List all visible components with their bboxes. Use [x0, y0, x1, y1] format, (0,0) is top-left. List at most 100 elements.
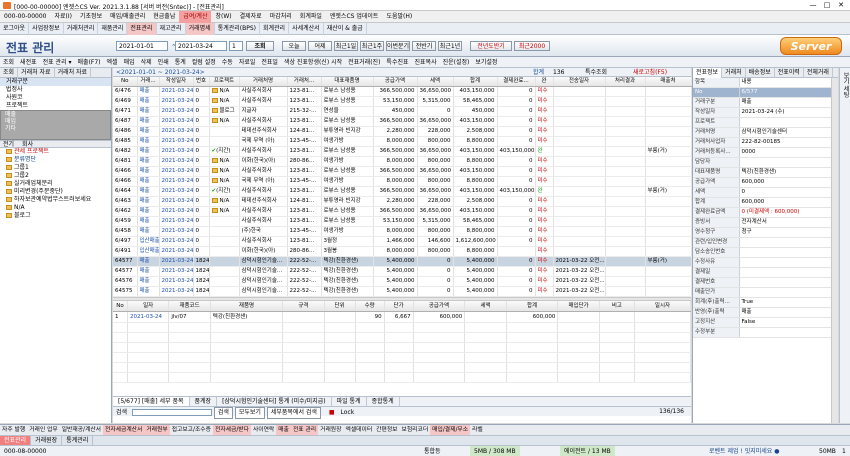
- detail-column-header[interactable]: 단위: [324, 301, 356, 312]
- action-button[interactable]: 전표일: [258, 57, 281, 68]
- table-row[interactable]: 6/497 입산매출 2021-03-24 0 사실주식회사 123-81... 3월정 1,…: [113, 236, 692, 247]
- tree-item[interactable]: N/A: [0, 204, 111, 212]
- table-row[interactable]: 6/487 매출 2021-03-24 0 N/A 사실주식회사 123-81... 로뷰스 …: [113, 116, 692, 127]
- group-item[interactable]: 매입: [1, 118, 110, 125]
- table-row[interactable]: 6/491 입산매출 2021-03-24 0 이화(한국)(아) 280-86... 3월…: [113, 246, 692, 257]
- column-header[interactable]: 결제완료...: [497, 77, 536, 87]
- menu-item[interactable]: 결제자료: [236, 11, 266, 23]
- group-item[interactable]: 기타: [1, 125, 110, 132]
- property-row[interactable]: 거래처사업자 222-82-00185: [693, 137, 831, 149]
- property-row[interactable]: 담당자: [693, 157, 831, 169]
- property-row[interactable]: 관련/입인변경: [693, 237, 831, 249]
- toolbar-button[interactable]: 사업장정보: [29, 23, 64, 35]
- column-header[interactable]: 거래처...: [287, 77, 322, 87]
- detail-column-header[interactable]: 공급가액: [413, 301, 466, 312]
- menu-item[interactable]: 창(W): [211, 11, 235, 23]
- toolbar-button[interactable]: 사세계산서: [289, 23, 324, 35]
- property-row[interactable]: 거래처명 삼덕시험인기술센터: [693, 127, 831, 139]
- minimize-button[interactable]: —: [806, 1, 820, 10]
- menu-item[interactable]: 도움말(H): [382, 11, 416, 23]
- column-header[interactable]: 처리결과: [605, 77, 646, 87]
- action-button[interactable]: 보기설정: [472, 57, 500, 68]
- action-button[interactable]: 특수진표: [383, 57, 411, 68]
- detail-column-header[interactable]: 비고: [599, 301, 636, 312]
- recent-button[interactable]: 최근2000: [514, 41, 550, 51]
- property-row[interactable]: 거래처등록사... 0000: [693, 147, 831, 159]
- column-header[interactable]: 번호: [193, 77, 210, 87]
- table-row[interactable]: 6/459 매출 2021-03-24 0 사실주식회사 123-81... 로뷰스 남성용…: [113, 216, 692, 227]
- detail-column-header[interactable]: 수량: [355, 301, 385, 312]
- property-row[interactable]: No 6/577: [693, 87, 831, 99]
- action-button[interactable]: 통계: [172, 57, 189, 68]
- table-row[interactable]: 6/466 매출 2021-03-24 0 N/A 국제 무역 (아) 123-45-...…: [113, 176, 692, 187]
- category-item[interactable]: 법정사: [0, 86, 111, 94]
- left-sub-tab[interactable]: 회사: [22, 141, 33, 148]
- detail-column-header[interactable]: 재품코드: [168, 301, 211, 312]
- date-from-input[interactable]: 2021-01-01: [116, 41, 168, 51]
- property-row[interactable]: 결제번호: [693, 277, 831, 289]
- action-button[interactable]: 전표 관리 ▾: [40, 57, 75, 68]
- toolbar-button[interactable]: 재품관리: [98, 23, 128, 35]
- detail-column-header[interactable]: 일자: [127, 301, 170, 312]
- property-row[interactable]: 고정지산 False: [693, 317, 831, 329]
- tree-item[interactable]: 그룹2: [0, 172, 111, 180]
- table-row[interactable]: 6/464 매출 2021-03-24 0 ✔(지간) 사실주식회사 123-81... 로뷰…: [113, 186, 692, 197]
- property-row[interactable]: 세액 0: [693, 187, 831, 199]
- quick-range-button[interactable]: 최근1년: [438, 41, 462, 51]
- detail-column-header[interactable]: 매입단가: [557, 301, 600, 312]
- menu-item[interactable]: 자료(I): [51, 11, 77, 23]
- category-item[interactable]: 사원코: [0, 94, 111, 102]
- action-button[interactable]: 진표복사: [412, 57, 440, 68]
- table-row[interactable]: 6/458 매출 2021-03-24 0 (주)한국 123-45-... 여생가방 8,0…: [113, 226, 692, 237]
- property-row[interactable]: 결제완료금액 0 (미결제액 : 600,000): [693, 207, 831, 219]
- column-header[interactable]: 완: [535, 77, 554, 87]
- toolbar-button[interactable]: 통계관리(BPS): [215, 23, 260, 35]
- column-header[interactable]: No: [113, 77, 138, 87]
- action-button[interactable]: 자료일: [236, 57, 259, 68]
- show-all-button[interactable]: 모두보기: [234, 407, 265, 419]
- detail-column-header[interactable]: 세액: [464, 301, 507, 312]
- property-row[interactable]: 담소송인번호: [693, 247, 831, 259]
- detail-column-header[interactable]: 단가: [384, 301, 414, 312]
- property-row[interactable]: 매출단가: [693, 287, 831, 299]
- action-button[interactable]: 수동: [219, 57, 236, 68]
- maximize-button[interactable]: □: [820, 1, 834, 10]
- menu-item[interactable]: 기초정보: [76, 11, 106, 23]
- action-button[interactable]: 색상 진표항생(신) 시작: [281, 57, 345, 68]
- right-tab[interactable]: 전체거래: [804, 68, 833, 78]
- detail-column-header[interactable]: 합계: [506, 301, 559, 312]
- menu-item[interactable]: 엔젯스CS 업데이트: [326, 11, 383, 23]
- detail-column-header[interactable]: 재품명: [210, 301, 284, 312]
- action-button[interactable]: 전표거래(진): [345, 57, 383, 68]
- property-row[interactable]: 반영(후)출력 매출: [693, 307, 831, 319]
- table-row[interactable]: 6/482 매출 2021-03-24 0 ✔(지간) 사실주식회사 123-81... 로뷰…: [113, 146, 692, 157]
- table-row[interactable]: 6/476 매출 2021-03-24 0 N/A 사실주식회사 123-81... 로뷰스 …: [113, 86, 692, 97]
- menu-item[interactable]: 급여/계산: [179, 11, 212, 23]
- right-scrollbar[interactable]: [831, 78, 838, 423]
- table-row[interactable]: 6/469 매출 2021-03-24 0 N/A 사실주식회사 123-81... 로뷰스 …: [113, 96, 692, 107]
- menu-item[interactable]: 매입/매출관리: [106, 11, 149, 23]
- tree-item[interactable]: 블로그: [0, 212, 111, 220]
- date-to-input[interactable]: 2021-03-24: [175, 41, 227, 51]
- property-row[interactable]: 증빙서 전자계산서: [693, 217, 831, 229]
- action-button[interactable]: 컬럼 설정: [189, 57, 219, 68]
- quick-range-button[interactable]: 최근1주: [360, 41, 384, 51]
- left-tab[interactable]: 거래처 자료: [55, 68, 92, 78]
- property-row[interactable]: 수정부분: [693, 327, 831, 339]
- left-tab[interactable]: 거래처 자료: [18, 68, 55, 78]
- tree-item[interactable]: 실거래업체분리: [0, 180, 111, 188]
- table-row[interactable]: 64577 매출 2021-03-24 1824 삼덕시험인기술... 222-52-..…: [113, 256, 692, 267]
- tree-item[interactable]: 미리변경(주문중단): [0, 188, 111, 196]
- menu-item[interactable]: 회계파일: [296, 11, 326, 23]
- toolbar-button[interactable]: 로그아웃: [0, 23, 30, 35]
- left-tab[interactable]: 조회: [0, 68, 19, 78]
- action-button[interactable]: 새전표: [17, 57, 40, 68]
- special-query-button[interactable]: 특수조회: [585, 68, 607, 77]
- tree-item[interactable]: 분류명단: [0, 156, 111, 164]
- action-button[interactable]: 조회: [0, 57, 17, 68]
- property-row[interactable]: 프로젝트: [693, 117, 831, 129]
- detail-column-header[interactable]: 일시자: [634, 301, 691, 312]
- right-tab[interactable]: 전표정보: [693, 68, 723, 78]
- detail-column-header[interactable]: 규격: [282, 301, 325, 312]
- property-row[interactable]: 결제일: [693, 267, 831, 279]
